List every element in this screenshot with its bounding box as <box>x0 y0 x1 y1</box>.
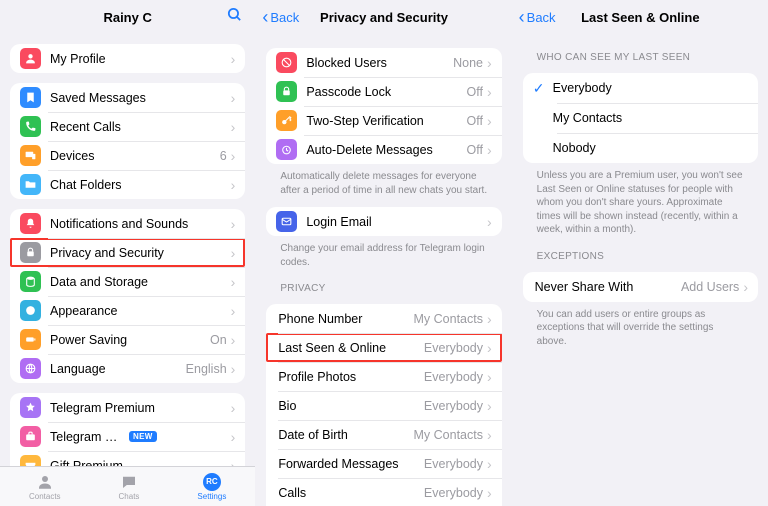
telegram-business-row[interactable]: Telegram Business NEW › <box>10 422 245 451</box>
phone-number-row[interactable]: Phone Number My Contacts› <box>266 304 501 333</box>
folder-icon <box>20 174 41 195</box>
star-icon <box>20 397 41 418</box>
email-icon <box>276 211 297 232</box>
privacy-security-panel: ‹Back Privacy and Security Blocked Users… <box>255 0 511 506</box>
chevron-left-icon: ‹ <box>519 7 525 28</box>
page-title: Last Seen & Online <box>581 10 699 25</box>
data-icon <box>20 271 41 292</box>
tab-bar: Contacts Chats RCSettings <box>0 466 255 506</box>
avatar: RC <box>203 473 221 491</box>
profile-icon <box>20 48 41 69</box>
settings-panel: Rainy C My Profile › Saved Messages› Rec… <box>0 0 255 506</box>
dob-row[interactable]: Date of Birth My Contacts› <box>266 420 501 449</box>
new-badge: NEW <box>129 431 157 442</box>
privacy-scroll[interactable]: Blocked Users None› Passcode Lock Off› T… <box>256 34 511 506</box>
privacy-header: ‹Back Privacy and Security <box>256 0 511 34</box>
back-button[interactable]: ‹Back <box>262 7 299 28</box>
bell-icon <box>20 213 41 234</box>
bio-row[interactable]: Bio Everybody› <box>266 391 501 420</box>
passcode-lock-row[interactable]: Passcode Lock Off› <box>266 77 501 106</box>
block-icon <box>276 52 297 73</box>
two-step-row[interactable]: Two-Step Verification Off› <box>266 106 501 135</box>
language-row[interactable]: Language English› <box>10 354 245 383</box>
last-seen-row[interactable]: Last Seen & Online Everybody› <box>266 333 501 362</box>
passcode-icon <box>276 81 297 102</box>
privacy-security-row[interactable]: Privacy and Security› <box>10 238 245 267</box>
settings-header: Rainy C <box>0 0 255 34</box>
chevron-left-icon: ‹ <box>262 7 268 28</box>
blocked-users-row[interactable]: Blocked Users None› <box>266 48 501 77</box>
tab-chats[interactable]: Chats <box>119 473 140 501</box>
timer-icon <box>276 139 297 160</box>
appearance-row[interactable]: Appearance› <box>10 296 245 325</box>
who-note: Unless you are a Premium user, you won't… <box>537 169 746 237</box>
lastseen-header: ‹Back Last Seen & Online <box>513 0 768 34</box>
saved-messages-row[interactable]: Saved Messages› <box>10 83 245 112</box>
settings-scroll[interactable]: My Profile › Saved Messages› Recent Call… <box>0 34 255 506</box>
who-section-header: WHO CAN SEE MY LAST SEEN <box>537 52 754 63</box>
power-saving-row[interactable]: Power Saving On› <box>10 325 245 354</box>
devices-row[interactable]: Devices 6› <box>10 141 245 170</box>
option-my-contacts[interactable]: My Contacts <box>523 103 758 133</box>
privacy-section-header: PRIVACY <box>280 283 497 294</box>
profile-photos-row[interactable]: Profile Photos Everybody› <box>266 362 501 391</box>
globe-icon <box>20 358 41 379</box>
auto-delete-note: Automatically delete messages for everyo… <box>280 170 489 197</box>
lastseen-scroll[interactable]: WHO CAN SEE MY LAST SEEN ✓ Everybody My … <box>513 34 768 506</box>
tab-settings[interactable]: RCSettings <box>197 473 226 501</box>
option-everybody[interactable]: ✓ Everybody <box>523 73 758 103</box>
chat-folders-row[interactable]: Chat Folders› <box>10 170 245 199</box>
bookmark-icon <box>20 87 41 108</box>
page-title: Privacy and Security <box>320 10 448 25</box>
forwarded-row[interactable]: Forwarded Messages Everybody› <box>266 449 501 478</box>
tab-contacts[interactable]: Contacts <box>29 473 61 501</box>
exceptions-header: EXCEPTIONS <box>537 251 754 262</box>
check-icon: ✓ <box>529 80 549 97</box>
auto-delete-row[interactable]: Auto-Delete Messages Off› <box>266 135 501 164</box>
never-share-row[interactable]: Never Share With Add Users› <box>523 272 758 302</box>
data-storage-row[interactable]: Data and Storage› <box>10 267 245 296</box>
notifications-row[interactable]: Notifications and Sounds› <box>10 209 245 238</box>
briefcase-icon <box>20 426 41 447</box>
devices-icon <box>20 145 41 166</box>
recent-calls-row[interactable]: Recent Calls› <box>10 112 245 141</box>
appearance-icon <box>20 300 41 321</box>
key-icon <box>276 110 297 131</box>
chevron-right-icon: › <box>231 52 236 66</box>
last-seen-panel: ‹Back Last Seen & Online WHO CAN SEE MY … <box>512 0 768 506</box>
option-nobody[interactable]: Nobody <box>523 133 758 163</box>
battery-icon <box>20 329 41 350</box>
email-note: Change your email address for Telegram l… <box>280 242 489 269</box>
search-icon[interactable] <box>226 6 243 28</box>
back-button[interactable]: ‹Back <box>519 7 556 28</box>
login-email-row[interactable]: Login Email› <box>266 207 501 236</box>
exceptions-note: You can add users or entire groups as ex… <box>537 308 746 349</box>
user-name: Rainy C <box>103 10 151 25</box>
my-profile-row[interactable]: My Profile › <box>10 44 245 73</box>
phone-icon <box>20 116 41 137</box>
lock-icon <box>20 242 41 263</box>
calls-privacy-row[interactable]: Calls Everybody› <box>266 478 501 506</box>
telegram-premium-row[interactable]: Telegram Premium› <box>10 393 245 422</box>
